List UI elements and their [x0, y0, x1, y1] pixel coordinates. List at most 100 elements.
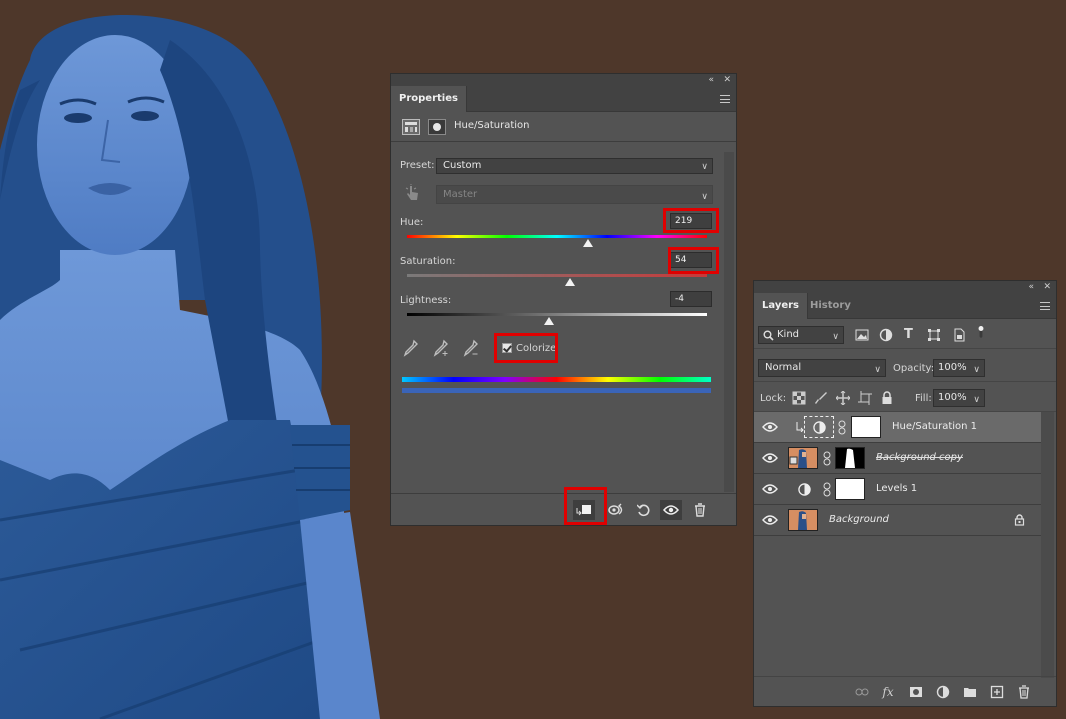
pixel-layer-filter-icon[interactable] [855, 328, 869, 342]
reset-button[interactable] [633, 500, 655, 520]
eyedropper-plus-icon[interactable] [433, 339, 449, 357]
hue-slider-knob[interactable] [583, 239, 593, 247]
adjustment-layer-icon [798, 483, 811, 496]
new-adjustment-layer-icon[interactable] [936, 685, 950, 699]
channel-value: Master [443, 189, 478, 200]
filter-toggle-icon[interactable] [974, 325, 988, 339]
lock-artboard-icon[interactable] [858, 391, 872, 405]
type-layer-filter-icon[interactable]: T [904, 328, 918, 342]
view-previous-state-button[interactable] [606, 500, 628, 520]
filter-kind-select[interactable]: Kind ∨ [758, 326, 844, 344]
layers-scrollbar[interactable] [1041, 412, 1054, 678]
targeted-adjustment-icon[interactable] [405, 184, 421, 202]
colorize-highlight [494, 333, 558, 363]
chevron-down-icon: ∨ [874, 365, 881, 375]
close-icon[interactable]: ✕ [723, 74, 731, 86]
layer-name[interactable]: Hue/Saturation 1 [892, 421, 977, 432]
layer-mask-thumbnail[interactable] [851, 416, 881, 438]
shape-layer-filter-icon[interactable] [927, 328, 941, 342]
adjustment-header: Hue/Saturation [391, 112, 736, 142]
eye-icon[interactable] [762, 453, 778, 463]
layer-thumbnail [788, 509, 818, 531]
lock-transparent-pixels-icon[interactable] [792, 391, 806, 405]
eye-icon[interactable] [762, 422, 778, 432]
blend-mode-value: Normal [765, 362, 802, 373]
lightness-gradient [407, 313, 707, 316]
properties-topbar: « ✕ [391, 74, 736, 86]
eye-icon[interactable] [762, 484, 778, 494]
mask-icon[interactable] [428, 119, 446, 135]
collapse-icon[interactable]: « [1028, 281, 1034, 293]
tab-layers[interactable]: Layers [754, 293, 808, 319]
filter-kind-value: Kind [777, 329, 800, 340]
link-icon[interactable] [838, 420, 846, 435]
properties-panel: « ✕ Properties Hue/Saturation Preset: Cu… [390, 73, 737, 526]
opacity-field[interactable]: 100% ∨ [933, 359, 985, 377]
link-icon[interactable] [823, 451, 831, 466]
collapse-icon[interactable]: « [708, 74, 714, 86]
add-mask-icon[interactable] [909, 685, 923, 699]
lightness-slider-knob[interactable] [544, 317, 554, 325]
search-icon [763, 330, 774, 341]
layers-footer: fx [754, 676, 1056, 706]
new-layer-icon[interactable] [990, 685, 1004, 699]
close-icon[interactable]: ✕ [1043, 281, 1051, 293]
new-group-icon[interactable] [963, 685, 977, 699]
layer-name[interactable]: Background copy [876, 452, 963, 463]
delete-layer-icon[interactable] [1017, 685, 1031, 699]
layer-style-fx-icon[interactable]: fx [881, 685, 895, 699]
preset-value: Custom [443, 160, 482, 171]
lock-icon[interactable] [1014, 514, 1025, 526]
chevron-down-icon: ∨ [701, 192, 708, 202]
panel-menu-icon[interactable] [720, 95, 730, 103]
adjustment-layer-filter-icon[interactable] [879, 328, 893, 342]
lightness-value-field[interactable]: -4 [670, 291, 712, 307]
toggle-visibility-button[interactable] [660, 500, 682, 520]
preset-label: Preset: [400, 160, 435, 171]
layer-mask-thumbnail[interactable] [835, 447, 865, 469]
document-photo [0, 15, 380, 719]
adjustment-layer-icon [813, 421, 826, 434]
adjustment-icon[interactable] [402, 119, 420, 135]
clip-button-highlight [564, 487, 607, 525]
eye-icon[interactable] [762, 515, 778, 525]
delete-adjustment-button[interactable] [689, 500, 711, 520]
adjustment-title: Hue/Saturation [454, 120, 530, 131]
smart-object-filter-icon[interactable] [952, 328, 966, 342]
panel-menu-icon[interactable] [1040, 302, 1050, 310]
layer-row-background[interactable]: Background [754, 505, 1042, 536]
saturation-slider-knob[interactable] [565, 278, 575, 286]
layer-row-levels[interactable]: Levels 1 [754, 474, 1042, 505]
adjustment-thumbnail [804, 416, 834, 438]
properties-tabstrip: Properties [391, 86, 736, 112]
eyedropper-minus-icon[interactable] [463, 339, 479, 357]
layers-tabstrip: Layers History [754, 293, 1056, 319]
lock-label: Lock: [760, 393, 787, 404]
fill-label: Fill: [915, 393, 932, 404]
layer-name[interactable]: Background [829, 514, 889, 525]
layer-mask-thumbnail[interactable] [835, 478, 865, 500]
blend-mode-select[interactable]: Normal ∨ [758, 359, 886, 377]
lock-all-icon[interactable] [880, 391, 894, 405]
properties-scrollbar[interactable] [724, 152, 734, 492]
tab-properties[interactable]: Properties [391, 86, 467, 112]
eyedropper-icon[interactable] [403, 339, 419, 357]
link-icon[interactable] [823, 482, 831, 497]
preset-select[interactable]: Custom ∨ [436, 158, 713, 174]
link-layers-icon[interactable] [855, 685, 869, 699]
hue-highlight [663, 208, 719, 233]
lightness-label: Lightness: [400, 295, 452, 306]
channel-select[interactable]: Master ∨ [436, 185, 713, 204]
layer-filter-row: Kind ∨ T [754, 321, 1056, 349]
tab-history[interactable]: History [802, 293, 859, 319]
lock-position-icon[interactable] [836, 391, 850, 405]
layer-name[interactable]: Levels 1 [876, 483, 917, 494]
input-color-bar [402, 377, 711, 382]
saturation-gradient [407, 274, 707, 277]
layer-row-hue-saturation[interactable]: Hue/Saturation 1 [754, 412, 1042, 443]
lock-image-pixels-icon[interactable] [814, 391, 828, 405]
layers-panel: « ✕ Layers History Kind ∨ T Normal ∨ Opa… [753, 280, 1057, 707]
fill-field[interactable]: 100% ∨ [933, 389, 985, 407]
layer-row-background-copy[interactable]: Background copy [754, 443, 1042, 474]
opacity-label: Opacity: [893, 363, 935, 374]
